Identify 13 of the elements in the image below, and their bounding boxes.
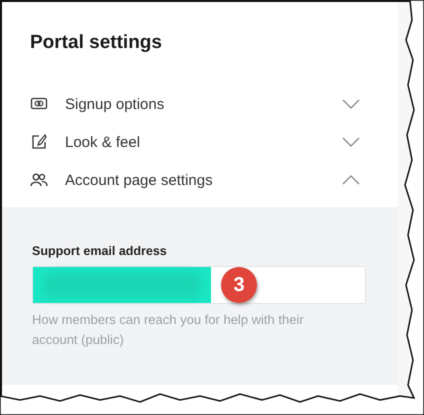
section-header[interactable]: Account page settings — [65, 172, 342, 188]
step-badge: 3 — [221, 267, 257, 303]
section-header[interactable]: Signup options — [65, 96, 342, 112]
section-header[interactable]: Look & feel — [65, 134, 342, 150]
chevron-down-icon[interactable] — [342, 99, 360, 109]
chevron-up-icon[interactable] — [342, 175, 360, 185]
page-title: Portal settings — [30, 32, 163, 54]
field-hint: How members can reach you for help with their account (public) — [32, 311, 305, 349]
field-label: Support email address — [32, 244, 168, 258]
chevron-down-icon[interactable] — [342, 137, 360, 147]
edit-icon — [30, 133, 48, 151]
people-icon — [30, 171, 48, 189]
email-field[interactable]: 3 — [32, 266, 366, 304]
